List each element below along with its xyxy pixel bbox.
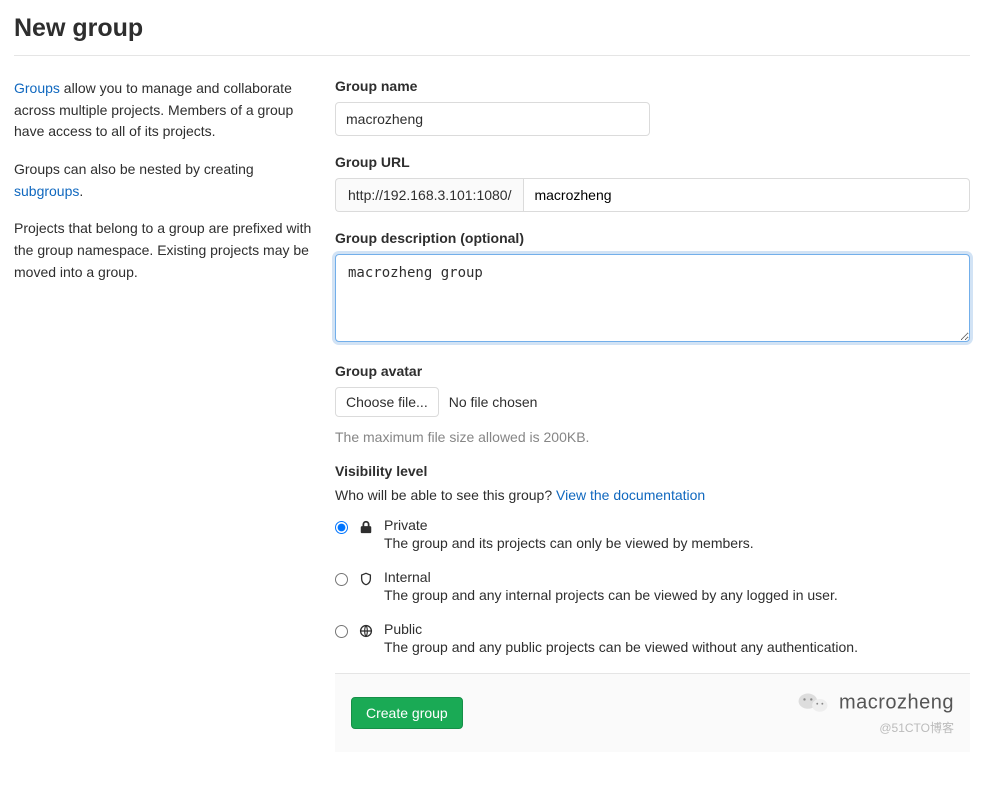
sidebar-paragraph: Groups can also be nested by creating su… <box>14 159 319 202</box>
sidebar-paragraph: Projects that belong to a group are pref… <box>14 218 319 283</box>
group-name-label: Group name <box>335 78 970 94</box>
visibility-level-label: Visibility level <box>335 463 970 479</box>
visibility-title: Private <box>384 517 970 533</box>
watermark-name: macrozheng <box>839 692 954 714</box>
visibility-desc: The group and any internal projects can … <box>384 587 970 603</box>
watermark: macrozheng @51CTO博客 <box>796 690 954 736</box>
visibility-option-internal[interactable]: Internal The group and any internal proj… <box>335 569 970 603</box>
visibility-radio-internal[interactable] <box>335 573 348 586</box>
lock-icon <box>358 519 374 535</box>
form-footer: Create group macrozheng @51CTO博客 <box>335 673 970 752</box>
no-file-chosen-text: No file chosen <box>449 394 538 410</box>
visibility-desc: The group and any public projects can be… <box>384 639 970 655</box>
wechat-icon <box>796 690 830 719</box>
sidebar-text: Groups can also be nested by creating <box>14 161 254 177</box>
visibility-title: Internal <box>384 569 970 585</box>
file-size-hint: The maximum file size allowed is 200KB. <box>335 429 970 445</box>
page-title: New group <box>14 14 970 43</box>
sidebar: Groups allow you to manage and collabora… <box>14 78 319 752</box>
groups-link[interactable]: Groups <box>14 80 60 96</box>
group-url-input[interactable] <box>523 178 970 212</box>
visibility-radio-public[interactable] <box>335 625 348 638</box>
watermark-source: @51CTO博客 <box>796 719 954 736</box>
sidebar-text: . <box>79 183 83 199</box>
visibility-help-text: Who will be able to see this group? View… <box>335 487 970 503</box>
divider <box>14 55 970 56</box>
visibility-help-prefix: Who will be able to see this group? <box>335 487 556 503</box>
visibility-option-public[interactable]: Public The group and any public projects… <box>335 621 970 655</box>
sidebar-paragraph: Groups allow you to manage and collabora… <box>14 78 319 143</box>
group-name-input[interactable] <box>335 102 650 136</box>
group-url-label: Group URL <box>335 154 970 170</box>
create-group-button[interactable]: Create group <box>351 697 463 729</box>
subgroups-link[interactable]: subgroups <box>14 183 79 199</box>
visibility-doc-link[interactable]: View the documentation <box>556 487 705 503</box>
group-description-input[interactable] <box>335 254 970 342</box>
choose-file-button[interactable]: Choose file... <box>335 387 439 417</box>
main-form: Group name Group URL http://192.168.3.10… <box>335 78 970 752</box>
visibility-desc: The group and its projects can only be v… <box>384 535 970 551</box>
visibility-option-private[interactable]: Private The group and its projects can o… <box>335 517 970 551</box>
group-avatar-label: Group avatar <box>335 363 970 379</box>
shield-icon <box>358 571 374 587</box>
group-url-prefix: http://192.168.3.101:1080/ <box>335 178 523 212</box>
visibility-radio-private[interactable] <box>335 521 348 534</box>
group-description-label: Group description (optional) <box>335 230 970 246</box>
globe-icon <box>358 623 374 639</box>
visibility-title: Public <box>384 621 970 637</box>
